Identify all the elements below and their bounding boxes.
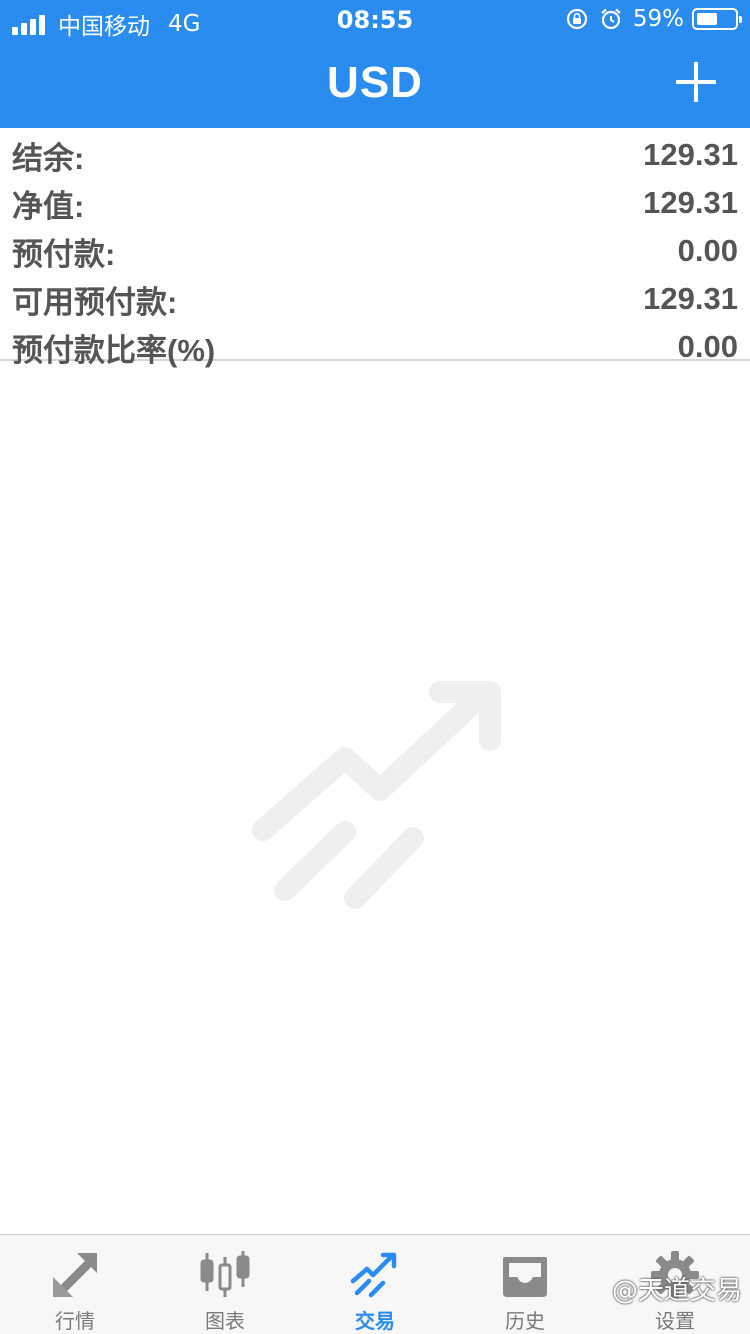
balance-row: 结余: 129.31 [0, 133, 750, 177]
tab-trade-label: 交易 [355, 1309, 395, 1333]
battery-icon [692, 8, 742, 30]
page-title: USD [327, 58, 423, 107]
trade-trend-icon [350, 1252, 397, 1298]
margin-level-value: 0.00 [677, 329, 738, 364]
tab-quotes[interactable]: 行情 [0, 1235, 150, 1334]
free-margin-label: 可用预付款: [12, 284, 178, 320]
status-right: 59% [565, 6, 742, 32]
tab-trade[interactable]: 交易 [300, 1235, 450, 1334]
margin-value: 0.00 [677, 233, 738, 268]
balance-label: 结余: [12, 140, 85, 176]
equity-row: 净值: 129.31 [0, 181, 750, 225]
tab-charts[interactable]: 图表 [150, 1235, 300, 1334]
equity-label: 净值: [12, 188, 85, 224]
margin-level-label: 预付款比率(%) [12, 332, 216, 368]
history-inbox-icon [503, 1257, 547, 1297]
quotes-arrows-icon [53, 1253, 97, 1297]
tab-history[interactable]: 历史 [450, 1235, 600, 1334]
tab-history-label: 历史 [505, 1309, 545, 1333]
rotation-lock-icon [565, 7, 589, 31]
watermark: @天道交易 [611, 1276, 742, 1306]
balance-value: 129.31 [643, 137, 738, 172]
free-margin-row: 可用预付款: 129.31 [0, 277, 750, 321]
add-order-button[interactable] [676, 62, 716, 102]
candlestick-chart-icon [200, 1251, 250, 1297]
empty-trades-illustration [252, 681, 501, 909]
trade-screen: 中国移动 4G 08:55 59% USD 结余: 129.31 净值: 129… [0, 0, 750, 1334]
margin-level-row: 预付款比率(%) 0.00 [0, 325, 750, 369]
equity-value: 129.31 [643, 185, 738, 220]
battery-percent: 59% [632, 6, 684, 32]
free-margin-value: 129.31 [643, 281, 738, 316]
tab-settings-label: 设置 [655, 1309, 695, 1333]
tab-charts-label: 图表 [205, 1309, 245, 1333]
account-summary: 结余: 129.31 净值: 129.31 预付款: 0.00 可用预付款: 1… [0, 128, 750, 368]
margin-row: 预付款: 0.00 [0, 229, 750, 273]
alarm-icon [599, 7, 623, 31]
nav-bar: USD [0, 40, 750, 128]
margin-label: 预付款: [12, 236, 116, 272]
status-bar: 中国移动 4G 08:55 59% [0, 0, 750, 40]
tab-quotes-label: 行情 [55, 1309, 95, 1333]
